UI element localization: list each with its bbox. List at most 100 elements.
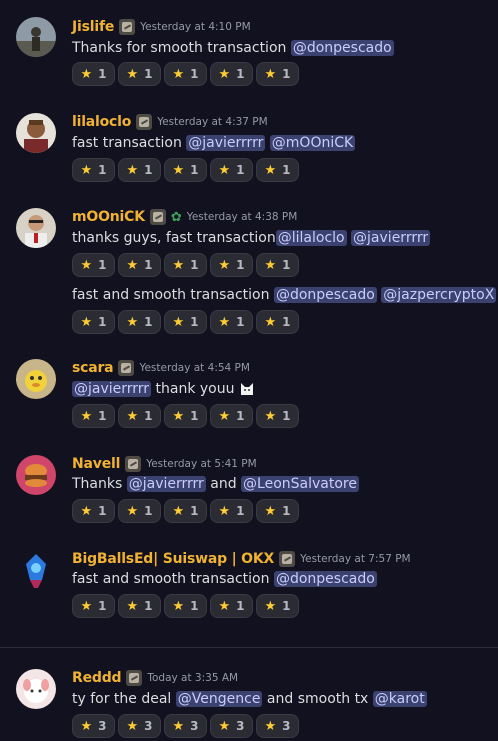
mention[interactable]: @donpescado xyxy=(273,571,377,587)
user-avatar[interactable] xyxy=(16,550,56,590)
username[interactable]: BigBallsEd| Suiswap | OKX xyxy=(72,551,274,567)
reaction-count: 1 xyxy=(98,163,107,177)
reaction-button[interactable]: ★ 1 xyxy=(118,499,161,523)
mention[interactable]: @donpescado xyxy=(290,40,394,56)
star-emoji-icon: ★ xyxy=(264,503,277,519)
star-emoji-icon: ★ xyxy=(172,66,185,82)
user-avatar[interactable] xyxy=(16,455,56,495)
mention[interactable]: @lilaloclo xyxy=(275,230,347,246)
star-emoji-icon: ★ xyxy=(80,257,93,273)
reaction-button[interactable]: ★ 1 xyxy=(210,499,253,523)
mention[interactable]: @donpescado xyxy=(273,287,377,303)
guild-tag-icon[interactable] xyxy=(118,360,135,376)
reaction-button[interactable]: ★ 1 xyxy=(256,594,299,618)
sprout-badge-icon[interactable]: ✿ xyxy=(171,210,182,225)
username[interactable]: Navell xyxy=(72,456,120,472)
user-avatar[interactable] xyxy=(16,669,56,709)
reaction-button[interactable]: ★ 1 xyxy=(72,404,115,428)
message-text: and xyxy=(205,476,242,492)
mention[interactable]: @Vengence xyxy=(175,691,263,707)
reaction-button[interactable]: ★ 1 xyxy=(210,253,253,277)
reaction-button[interactable]: ★ 1 xyxy=(256,499,299,523)
timestamp[interactable]: Yesterday at 4:10 PM xyxy=(140,21,251,33)
reaction-count: 1 xyxy=(236,409,245,423)
username[interactable]: Jislife xyxy=(72,19,114,35)
reaction-button[interactable]: ★ 1 xyxy=(72,62,115,86)
user-avatar[interactable] xyxy=(16,113,56,153)
reaction-button[interactable]: ★ 1 xyxy=(164,404,207,428)
mention[interactable]: @javierrrrr xyxy=(186,135,266,151)
mention[interactable]: @javierrrrr xyxy=(351,230,431,246)
reaction-button[interactable]: ★ 1 xyxy=(72,499,115,523)
reaction-button[interactable]: ★ 1 xyxy=(256,62,299,86)
reaction-button[interactable]: ★ 1 xyxy=(164,158,207,182)
username[interactable]: Reddd xyxy=(72,670,122,686)
timestamp[interactable]: Yesterday at 7:57 PM xyxy=(300,553,411,565)
reaction-button[interactable]: ★ 1 xyxy=(210,158,253,182)
reaction-button[interactable]: ★ 1 xyxy=(72,594,115,618)
reaction-button[interactable]: ★ 1 xyxy=(118,253,161,277)
star-emoji-icon: ★ xyxy=(172,408,185,424)
mention[interactable]: @javierrrrr xyxy=(72,381,152,397)
reaction-button[interactable]: ★ 3 xyxy=(256,714,299,738)
reaction-button[interactable]: ★ 1 xyxy=(164,594,207,618)
timestamp[interactable]: Yesterday at 5:41 PM xyxy=(146,458,257,470)
reaction-button[interactable]: ★ 3 xyxy=(164,714,207,738)
mention[interactable]: @jazpercryptoX xyxy=(381,287,497,303)
reaction-button[interactable]: ★ 1 xyxy=(164,310,207,334)
reaction-button[interactable]: ★ 3 xyxy=(210,714,253,738)
reaction-button[interactable]: ★ 1 xyxy=(210,594,253,618)
guild-tag-icon[interactable] xyxy=(125,456,142,472)
reaction-count: 1 xyxy=(236,258,245,272)
reaction-button[interactable]: ★ 1 xyxy=(72,253,115,277)
star-emoji-icon: ★ xyxy=(264,257,277,273)
guild-tag-icon[interactable] xyxy=(149,209,166,225)
reaction-button[interactable]: ★ 1 xyxy=(256,253,299,277)
reactions-bar: ★ 1 ★ 1 ★ 1 ★ 1 ★ 1 xyxy=(72,158,299,182)
mention[interactable]: @LeonSalvatore xyxy=(241,476,359,492)
mention[interactable]: @javierrrrr xyxy=(126,476,206,492)
username[interactable]: mOOniCK xyxy=(72,209,145,225)
mention[interactable]: @karot xyxy=(372,691,427,707)
guild-tag-icon[interactable] xyxy=(126,670,143,686)
cat-emoji-icon[interactable] xyxy=(239,381,255,397)
user-avatar[interactable] xyxy=(16,208,56,248)
guild-tag-icon[interactable] xyxy=(279,551,296,567)
reaction-count: 1 xyxy=(236,315,245,329)
reaction-button[interactable]: ★ 1 xyxy=(256,158,299,182)
timestamp[interactable]: Today at 3:35 AM xyxy=(147,672,238,684)
username[interactable]: scara xyxy=(72,360,114,376)
reaction-button[interactable]: ★ 1 xyxy=(256,404,299,428)
reaction-count: 1 xyxy=(190,599,199,613)
message-content: fast and smooth transaction @donpescado xyxy=(72,569,377,589)
username[interactable]: lilaloclo xyxy=(72,114,131,130)
guild-tag-icon[interactable] xyxy=(119,19,136,35)
timestamp[interactable]: Yesterday at 4:38 PM xyxy=(187,211,298,223)
reaction-button[interactable]: ★ 1 xyxy=(210,62,253,86)
star-emoji-icon: ★ xyxy=(264,598,277,614)
reaction-button[interactable]: ★ 1 xyxy=(164,499,207,523)
reaction-button[interactable]: ★ 3 xyxy=(72,714,115,738)
user-avatar[interactable] xyxy=(16,359,56,399)
reaction-button[interactable]: ★ 1 xyxy=(210,310,253,334)
reaction-count: 1 xyxy=(282,258,291,272)
reaction-button[interactable]: ★ 3 xyxy=(118,714,161,738)
user-avatar[interactable] xyxy=(16,17,56,57)
reaction-button[interactable]: ★ 1 xyxy=(210,404,253,428)
reaction-button[interactable]: ★ 1 xyxy=(256,310,299,334)
reaction-button[interactable]: ★ 1 xyxy=(72,158,115,182)
timestamp[interactable]: Yesterday at 4:37 PM xyxy=(157,116,268,128)
reaction-button[interactable]: ★ 1 xyxy=(118,158,161,182)
reaction-button[interactable]: ★ 1 xyxy=(72,310,115,334)
guild-tag-icon[interactable] xyxy=(136,114,153,130)
reaction-button[interactable]: ★ 1 xyxy=(118,404,161,428)
reaction-button[interactable]: ★ 1 xyxy=(118,62,161,86)
reaction-button[interactable]: ★ 1 xyxy=(118,594,161,618)
reaction-button[interactable]: ★ 1 xyxy=(164,62,207,86)
message-text: Thanks xyxy=(72,476,127,492)
timestamp[interactable]: Yesterday at 4:54 PM xyxy=(139,362,250,374)
reaction-button[interactable]: ★ 1 xyxy=(118,310,161,334)
star-emoji-icon: ★ xyxy=(126,162,139,178)
reaction-button[interactable]: ★ 1 xyxy=(164,253,207,277)
mention[interactable]: @mOOniCK xyxy=(269,135,356,151)
